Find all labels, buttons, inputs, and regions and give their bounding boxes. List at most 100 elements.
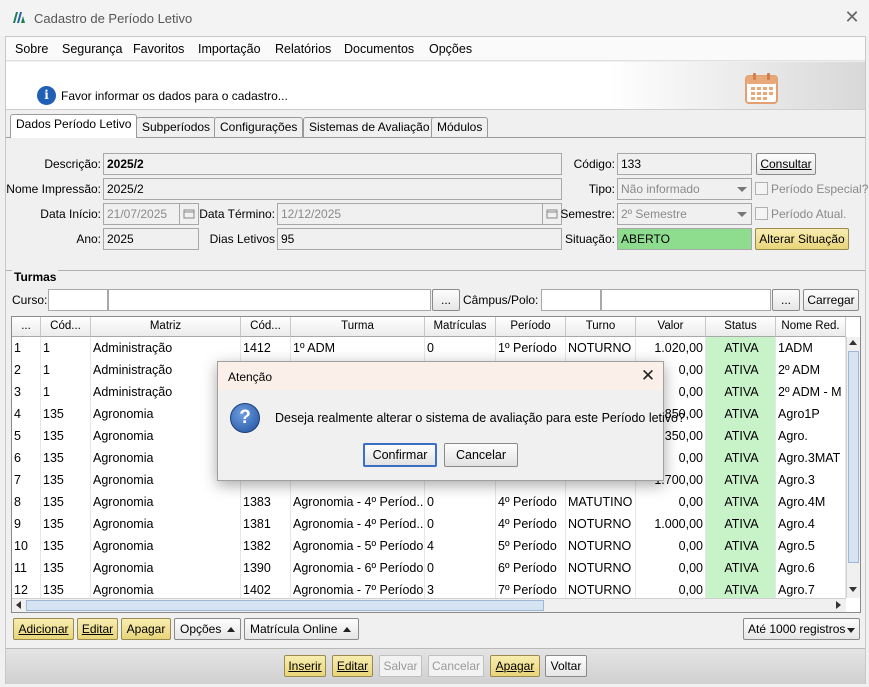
data-inicio-label: Data Início:	[40, 207, 101, 221]
column-header[interactable]: Turno	[566, 317, 636, 337]
table-cell: Agro.3MAT	[776, 447, 846, 469]
codigo-field[interactable]: 133	[617, 153, 752, 175]
tab-dados-periodo-letivo[interactable]: Dados Período Letivo	[10, 114, 138, 138]
dialog-close-button[interactable]: ✕	[638, 365, 658, 387]
chevron-down-icon	[847, 628, 855, 633]
periodo-atual-checkbox[interactable]	[755, 207, 768, 220]
table-cell: 1	[41, 337, 91, 359]
campus-search-button[interactable]: ...	[772, 289, 800, 311]
consultar-button[interactable]: Consultar	[756, 153, 816, 175]
column-header[interactable]: Turma	[291, 317, 425, 337]
ano-label: Ano:	[76, 232, 101, 246]
turmas-title: Turmas	[12, 270, 59, 284]
consultar-label: Consultar	[760, 157, 812, 171]
matricula-online-button[interactable]: Matrícula Online	[244, 618, 359, 640]
adicionar-label: Adicionar	[18, 622, 69, 636]
chevron-up-icon	[227, 627, 235, 632]
menu-relatorios[interactable]: Relatórios	[275, 42, 331, 56]
tab-configuracoes[interactable]: Configurações	[214, 117, 304, 137]
table-row[interactable]: 8 135 Agronomia 1383 Agronomia - 4º Períod..…	[12, 491, 846, 513]
campus-name-field[interactable]	[601, 289, 771, 311]
inserir-button[interactable]: Inserir	[284, 655, 326, 677]
opcoes-dropdown-button[interactable]: Opções	[174, 618, 241, 640]
column-header[interactable]: Status	[706, 317, 776, 337]
dialog-message: Deseja realmente alterar o sistema de av…	[275, 411, 685, 425]
cancelar-button[interactable]: Cancelar	[428, 655, 484, 677]
curso-code-field[interactable]	[48, 289, 108, 311]
column-header[interactable]: Nome Red.	[776, 317, 846, 337]
apagar-turma-label: Apagar	[126, 622, 166, 636]
table-cell: 7	[12, 469, 41, 491]
campus-code-field[interactable]	[541, 289, 601, 311]
dialog-cancelar-button[interactable]: Cancelar	[444, 443, 518, 467]
table-cell: ATIVA	[706, 425, 776, 447]
column-header[interactable]: Matrículas	[425, 317, 496, 337]
carregar-button[interactable]: Carregar	[803, 289, 859, 311]
column-header[interactable]: Cód...	[41, 317, 91, 337]
apagar-button[interactable]: Apagar	[490, 655, 540, 677]
apagar-turma-button[interactable]: Apagar	[121, 618, 171, 640]
descricao-field[interactable]: 2025/2	[103, 153, 562, 175]
table-cell: 4	[425, 535, 496, 557]
table-cell: Agronomia	[91, 513, 241, 535]
vertical-scroll-thumb[interactable]	[848, 351, 859, 563]
menu-documentos[interactable]: Documentos	[344, 42, 414, 56]
table-cell: 2º ADM	[776, 359, 846, 381]
periodo-especial-checkbox[interactable]	[755, 182, 768, 195]
close-window-button[interactable]: ✕	[842, 6, 862, 28]
horizontal-scroll-thumb[interactable]	[26, 600, 544, 611]
table-cell: 1	[41, 359, 91, 381]
table-row[interactable]: 9 135 Agronomia 1381 Agronomia - 4º Períod..…	[12, 513, 846, 535]
date-picker-termino-button[interactable]	[542, 203, 562, 225]
table-cell: ATIVA	[706, 557, 776, 579]
tab-sistemas-avaliacao[interactable]: Sistemas de Avaliação	[303, 117, 436, 137]
situacao-label: Situação:	[564, 232, 615, 246]
tab-subperiodos[interactable]: Subperíodos	[136, 117, 217, 137]
horizontal-scrollbar[interactable]	[12, 598, 846, 612]
table-row[interactable]: 11 135 Agronomia 1390 Agronomia - 6º Período…	[12, 557, 846, 579]
curso-search-button[interactable]: ...	[432, 289, 460, 311]
alterar-situacao-button[interactable]: Alterar Situação	[755, 228, 849, 250]
registros-select[interactable]: Até 1000 registros	[743, 618, 860, 640]
date-picker-inicio-button[interactable]	[179, 203, 199, 225]
confirmar-button[interactable]: Confirmar	[363, 443, 437, 467]
table-row[interactable]: 10 135 Agronomia 1382 Agronomia - 5º Período…	[12, 535, 846, 557]
menu-opcoes[interactable]: Opções	[429, 42, 472, 56]
nome-impressao-field[interactable]: 2025/2	[103, 178, 562, 200]
editar-turma-button[interactable]: Editar	[77, 618, 118, 640]
tab-modulos[interactable]: Módulos	[431, 117, 489, 137]
data-inicio-field[interactable]: 21/07/2025	[103, 203, 180, 225]
semestre-select[interactable]: 2º Semestre	[617, 203, 752, 225]
data-termino-label: Data Término:	[199, 207, 275, 221]
column-header[interactable]: Período	[496, 317, 566, 337]
scroll-up-icon	[849, 340, 857, 345]
situacao-field: ABERTO	[617, 228, 752, 250]
table-cell: 3	[12, 381, 41, 403]
menu-seguranca[interactable]: Segurança	[62, 42, 122, 56]
menu-favoritos[interactable]: Favoritos	[133, 42, 184, 56]
tipo-select[interactable]: Não informado	[617, 178, 752, 200]
column-header[interactable]: ...	[12, 317, 41, 337]
data-termino-field[interactable]: 12/12/2025	[277, 203, 543, 225]
table-cell: Agro.4	[776, 513, 846, 535]
adicionar-button[interactable]: Adicionar	[13, 618, 74, 640]
voltar-button[interactable]: Voltar	[545, 655, 587, 677]
curso-name-field[interactable]	[108, 289, 431, 311]
dias-letivos-label: Dias Letivos	[209, 232, 275, 246]
calendar-small-icon	[546, 209, 558, 219]
semestre-label: Semestre:	[560, 207, 615, 221]
salvar-button[interactable]: Salvar	[379, 655, 422, 677]
column-header[interactable]: Matriz	[91, 317, 241, 337]
salvar-label: Salvar	[383, 659, 418, 673]
editar-button[interactable]: Editar	[332, 655, 373, 677]
table-cell: 1.000,00	[636, 513, 706, 535]
table-cell: 1381	[241, 513, 291, 535]
menu-importacao[interactable]: Importação	[198, 42, 261, 56]
dias-letivos-field[interactable]: 95	[277, 228, 562, 250]
vertical-scrollbar[interactable]	[846, 337, 860, 598]
column-header[interactable]: Cód...	[241, 317, 291, 337]
menu-sobre[interactable]: Sobre	[15, 42, 48, 56]
column-header[interactable]: Valor	[636, 317, 706, 337]
table-row[interactable]: 1 1 Administração 1412 1º ADM 0 1º Período NOTU…	[12, 337, 846, 359]
ano-field[interactable]: 2025	[103, 228, 199, 250]
